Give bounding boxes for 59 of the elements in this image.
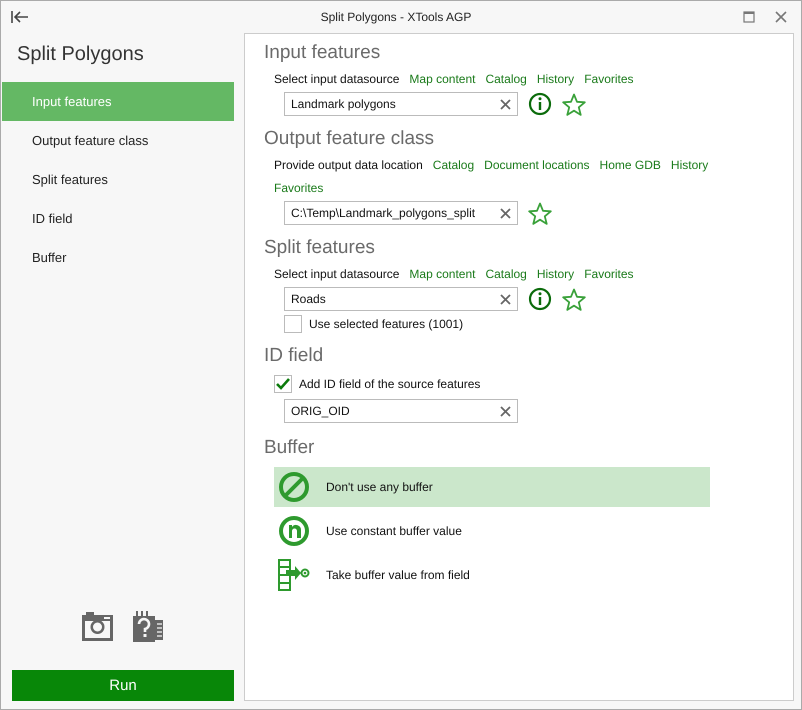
star-icon[interactable] — [562, 288, 586, 310]
checkbox-label: Use selected features (1001) — [309, 317, 464, 331]
checkbox-label: Add ID field of the source features — [299, 377, 480, 391]
run-button[interactable]: Run — [12, 670, 234, 701]
source-link[interactable]: Favorites — [274, 181, 324, 195]
camera-icon[interactable] — [82, 611, 112, 641]
clear-icon[interactable] — [500, 98, 511, 110]
source-link[interactable]: Map content — [409, 72, 476, 86]
buffer-option[interactable]: Don't use any buffer — [274, 467, 710, 507]
source-label: Select input datasource — [274, 267, 400, 281]
star-icon[interactable] — [528, 202, 552, 224]
table-arrow-icon — [278, 559, 310, 591]
source-link[interactable]: Document locations — [484, 158, 590, 172]
maximize-icon[interactable] — [743, 11, 755, 23]
checkbox[interactable] — [274, 375, 292, 393]
section-heading: Split features — [264, 237, 376, 259]
source-link[interactable]: Favorites — [584, 72, 634, 86]
input-field[interactable]: Landmark polygons — [284, 92, 518, 116]
sidebar-item[interactable]: Split features — [2, 160, 234, 199]
source-link[interactable]: Map content — [409, 267, 476, 281]
section-heading: Input features — [264, 42, 382, 64]
clear-icon[interactable] — [500, 208, 511, 218]
source-link[interactable]: Catalog — [485, 267, 527, 281]
buffer-option[interactable]: Take buffer value from field — [274, 555, 710, 595]
source-label: Select input datasource — [274, 72, 400, 86]
sidebar-title: Split Polygons — [16, 42, 145, 67]
source-link[interactable]: Home GDB — [600, 158, 661, 172]
help-notebook-icon[interactable] — [132, 611, 164, 642]
info-icon[interactable] — [528, 92, 552, 116]
section-heading: Buffer — [264, 437, 316, 459]
checkbox[interactable] — [284, 315, 302, 333]
buffer-option[interactable]: Use constant buffer value — [274, 511, 710, 551]
collapse-icon[interactable] — [11, 10, 29, 24]
section-heading: Output feature class — [264, 128, 436, 150]
info-icon[interactable] — [528, 287, 552, 311]
clear-icon[interactable] — [500, 294, 511, 304]
letter-n-circle-icon — [278, 515, 310, 547]
sidebar-item[interactable]: Buffer — [2, 238, 234, 277]
close-icon[interactable] — [775, 11, 787, 23]
prohibited-icon — [278, 471, 310, 503]
source-link[interactable]: Catalog — [432, 158, 474, 172]
sidebar-item[interactable]: Output feature class — [2, 121, 234, 160]
source-link[interactable]: History — [670, 158, 708, 172]
option-label: Take buffer value from field — [326, 568, 470, 582]
sidebar-item[interactable]: ID field — [2, 199, 234, 238]
source-link[interactable]: History — [536, 72, 574, 86]
source-link[interactable]: Catalog — [485, 72, 527, 86]
source-label: Provide output data location — [274, 158, 423, 172]
input-field[interactable]: C:\Temp\Landmark_polygons_split — [284, 201, 518, 225]
window-title: Split Polygons - XTools AGP — [320, 10, 472, 24]
input-field[interactable]: ORIG_OID — [284, 399, 518, 423]
option-label: Use constant buffer value — [326, 524, 462, 538]
input-field[interactable]: Roads — [284, 287, 518, 311]
source-link[interactable]: Favorites — [584, 267, 634, 281]
clear-icon[interactable] — [500, 406, 511, 416]
star-icon[interactable] — [562, 92, 586, 116]
option-label: Don't use any buffer — [326, 480, 433, 494]
section-heading: ID field — [264, 345, 324, 367]
source-link[interactable]: History — [536, 267, 574, 281]
